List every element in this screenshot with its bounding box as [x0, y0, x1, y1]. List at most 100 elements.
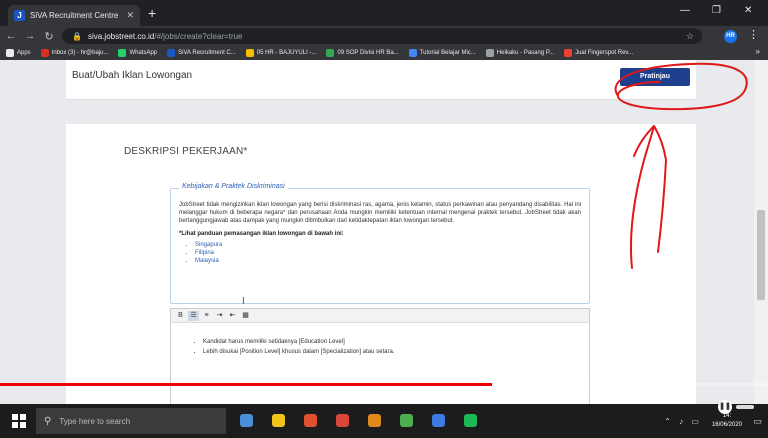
browser-menu-icon[interactable]: ⋮	[748, 28, 759, 41]
taskbar-app-icon[interactable]	[272, 414, 285, 427]
tab-close-icon[interactable]: ✕	[126, 10, 134, 21]
bookmark-item[interactable]: Inbox (3) - hr@baju...	[40, 49, 109, 57]
bookmark-item[interactable]: Tutorial Belajar Mic...	[408, 49, 476, 57]
bookmark-label: Inbox (3) - hr@baju...	[51, 50, 109, 56]
search-placeholder: Type here to search	[59, 416, 131, 426]
discrimination-policy-box: Kebijakan & Praktek Diskriminasi JobStre…	[170, 183, 590, 304]
browser-tab[interactable]: J SiVA Recruitment Centre ✕	[8, 5, 140, 26]
url-path: /#/jobs/create?clear=true	[154, 31, 243, 41]
bookmark-favicon-icon	[408, 49, 417, 57]
bookmark-favicon-icon	[326, 49, 335, 57]
country-link[interactable]: Malaysia	[195, 257, 581, 265]
back-arrow-icon[interactable]: ←	[3, 30, 19, 42]
reload-icon[interactable]: ↻	[41, 30, 57, 43]
country-link[interactable]: Filipina	[195, 249, 581, 257]
bookmark-favicon-icon	[118, 49, 127, 57]
header-card: Buat/Ubah Iklan Lowongan Pratinjau	[66, 60, 696, 100]
siva-favicon-icon: J	[14, 10, 25, 21]
notification-icon[interactable]: ▭	[753, 416, 762, 427]
video-progress-fill	[0, 383, 492, 386]
video-pause-button[interactable]: ❚❚	[718, 400, 732, 414]
close-window-icon[interactable]: ✕	[744, 5, 752, 16]
outdent-button[interactable]: ⇤	[227, 311, 238, 321]
bold-button[interactable]: B	[175, 311, 186, 321]
windows-taskbar: ⚲ Type here to search ⌃ ♪ ▭ 14: 16/06/20…	[0, 404, 768, 438]
taskbar-app-icon[interactable]	[368, 414, 381, 427]
page-title: Buat/Ubah Iklan Lowongan	[72, 70, 193, 81]
web-page: Buat/Ubah Iklan Lowongan Pratinjau DESKR…	[0, 60, 768, 404]
editor-bullet-list: Kandidat harus memiliki setidaknya [Educ…	[191, 337, 569, 357]
bookmark-favicon-icon	[485, 49, 494, 57]
bookmark-label: Heikaku - Pasang P...	[496, 50, 555, 56]
bookmark-label: SiVA Recruitment C...	[178, 50, 236, 56]
job-description-card: DESKRIPSI PEKERJAAN* Kebijakan & Praktek…	[66, 124, 696, 404]
preview-button[interactable]: Pratinjau	[620, 68, 690, 86]
bookmark-label: Apps	[17, 50, 31, 56]
browser-tab-strip: J SiVA Recruitment Centre ✕ + — ❐ ✕	[0, 0, 768, 26]
table-button[interactable]: ▦	[240, 311, 251, 321]
scrollbar-thumb[interactable]	[757, 210, 765, 300]
new-tab-button[interactable]: +	[148, 6, 156, 20]
system-tray: ⌃ ♪ ▭ 14: 16/06/2020 ▭	[664, 404, 768, 438]
bookmark-favicon-icon	[6, 49, 14, 57]
video-progress-track[interactable]	[0, 383, 768, 386]
taskbar-app-icon[interactable]	[432, 414, 445, 427]
bookmark-item[interactable]: Jual Fingerspot Rev...	[564, 49, 633, 57]
editor-list-item[interactable]: Kandidat harus memiliki setidaknya [Educ…	[203, 337, 569, 347]
indent-button[interactable]: ⇥	[214, 311, 225, 321]
forward-arrow-icon[interactable]: →	[22, 30, 38, 42]
editor-toolbar: B ☰ ≡ ⇥ ⇤ ▦	[171, 309, 589, 323]
taskbar-app-icon[interactable]	[336, 414, 349, 427]
bookmark-label: Jual Fingerspot Rev...	[575, 50, 633, 56]
taskbar-app-icon[interactable]	[400, 414, 413, 427]
minimize-icon[interactable]: —	[680, 5, 690, 16]
text-cursor-icon: I	[242, 296, 245, 307]
country-link[interactable]: Singapura	[195, 241, 581, 249]
more-bookmarks-icon[interactable]: »	[756, 47, 760, 56]
bookmark-item[interactable]: 09 SOP Divisi HR Ba...	[326, 49, 399, 57]
bookmark-label: 09 SOP Divisi HR Ba...	[337, 50, 399, 56]
bookmark-item[interactable]: WhatsApp	[118, 49, 157, 57]
bookmarks-bar: Apps Inbox (3) - hr@baju... WhatsApp SiVA R…	[0, 46, 768, 60]
description-editor[interactable]: B☰≡⇥⇤▦ Kandidat harus memiliki setidakny…	[170, 308, 590, 404]
clock-date: 16/06/2020	[711, 422, 742, 428]
url-host: siva.jobstreet.co.id	[87, 31, 155, 41]
restore-icon[interactable]: ❐	[712, 5, 721, 16]
lock-icon: 🔒	[72, 31, 82, 41]
bookmark-item[interactable]: SiVA Recruitment C...	[167, 49, 236, 57]
taskbar-app-icon[interactable]	[464, 414, 477, 427]
bookmark-star-icon[interactable]: ☆	[686, 31, 694, 42]
search-icon: ⚲	[44, 415, 52, 427]
policy-text: JobStreet tidak mengizinkan iklan lowong…	[179, 202, 581, 224]
profile-avatar[interactable]: HR	[724, 30, 737, 43]
numbered-list-button[interactable]: ≡	[201, 311, 212, 321]
bookmark-favicon-icon	[167, 49, 176, 57]
taskbar-search-box[interactable]: ⚲ Type here to search	[36, 408, 226, 434]
tab-title: SiVA Recruitment Centre	[30, 11, 119, 20]
bullet-list-button[interactable]: ☰	[188, 310, 199, 321]
clock[interactable]: 14: 16/06/2020	[712, 412, 742, 430]
bookmark-label: Tutorial Belajar Mic...	[419, 50, 476, 56]
editor-list-item[interactable]: Lebih disukai [Position Level] khusus da…	[203, 347, 569, 357]
bookmark-item[interactable]: Apps	[6, 49, 31, 57]
policy-legend: Kebijakan & Praktek Diskriminasi	[179, 183, 288, 190]
bookmark-label: WhatsApp	[129, 50, 158, 56]
bookmark-label: 05 HR - BAJUYULI -...	[256, 50, 317, 56]
tray-icons[interactable]: ⌃ ♪ ▭	[664, 417, 702, 426]
windows-start-icon[interactable]	[12, 414, 26, 428]
video-volume-bar[interactable]	[736, 405, 754, 409]
policy-guide: *Lihat panduan pemasangan iklan lowongan…	[179, 231, 344, 237]
taskbar-app-icon[interactable]	[240, 414, 253, 427]
bookmark-item[interactable]: 05 HR - BAJUYULI -...	[245, 49, 317, 57]
country-link-list: SingapuraFilipinaMalaysia	[179, 241, 581, 265]
screen: J SiVA Recruitment Centre ✕ + — ❐ ✕ ← → …	[0, 0, 768, 438]
bookmark-favicon-icon	[564, 49, 573, 57]
bookmark-favicon-icon	[40, 49, 49, 57]
bookmark-item[interactable]: Heikaku - Pasang P...	[485, 49, 555, 57]
section-title: DESKRIPSI PEKERJAAN*	[124, 146, 248, 157]
editor-body[interactable]: Kandidat harus memiliki setidaknya [Educ…	[171, 323, 589, 371]
taskbar-app-icon[interactable]	[304, 414, 317, 427]
address-bar[interactable]: 🔒 siva.jobstreet.co.id /#/jobs/create?cl…	[62, 28, 702, 44]
bookmark-favicon-icon	[245, 49, 254, 57]
page-scrollbar[interactable]	[754, 60, 768, 404]
